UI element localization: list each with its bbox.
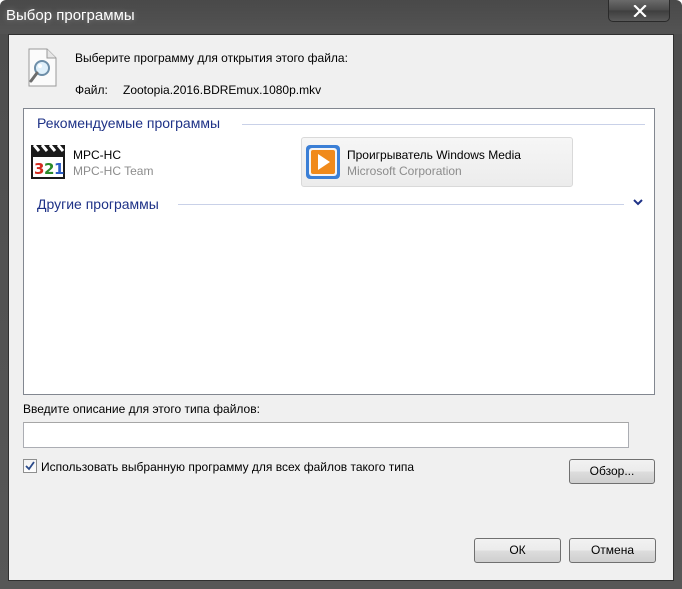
windows-media-player-icon	[306, 145, 340, 179]
close-icon	[633, 5, 647, 17]
browse-button[interactable]: Обзор...	[569, 459, 655, 484]
file-search-icon	[28, 48, 57, 87]
open-with-dialog: Выбор программы Выберите программу для о…	[0, 0, 682, 589]
always-use-checkbox[interactable]	[23, 459, 37, 473]
program-company: MPC-HC Team	[73, 164, 154, 178]
other-group-divider	[178, 204, 624, 205]
program-company: Microsoft Corporation	[347, 164, 462, 178]
programs-list[interactable]: Рекомендуемые программы 3 2 1 MPC-HC MPC…	[23, 108, 655, 395]
mpc-hc-icon: 3 2 1	[31, 144, 65, 179]
close-button[interactable]	[608, 0, 670, 22]
ok-button[interactable]: ОК	[474, 538, 561, 563]
dialog-body: Выберите программу для открытия этого фа…	[8, 34, 674, 581]
file-name: Zootopia.2016.BDREmux.1080p.mkv	[123, 83, 322, 97]
recommended-group-header: Рекомендуемые программы	[37, 115, 221, 131]
recommended-group-divider	[242, 124, 645, 125]
other-group-header[interactable]: Другие программы	[37, 196, 159, 212]
program-item-mpc-hc[interactable]: 3 2 1 MPC-HC MPC-HC Team	[28, 138, 294, 188]
program-name: Проигрыватель Windows Media	[347, 148, 521, 162]
prompt-text: Выберите программу для открытия этого фа…	[75, 51, 348, 65]
chevron-down-icon[interactable]	[632, 198, 644, 208]
description-label: Введите описание для этого типа файлов:	[23, 402, 260, 416]
program-name: MPC-HC	[73, 148, 121, 162]
checkmark-icon	[25, 461, 35, 471]
program-item-windows-media-player[interactable]: Проигрыватель Windows Media Microsoft Co…	[301, 137, 573, 187]
title-bar[interactable]: Выбор программы	[0, 0, 682, 34]
window-title: Выбор программы	[6, 7, 135, 24]
svg-text:3: 3	[34, 160, 44, 178]
file-label: Файл:	[75, 83, 108, 97]
file-type-description-input[interactable]	[23, 422, 629, 448]
svg-text:1: 1	[54, 160, 64, 178]
always-use-label[interactable]: Использовать выбранную программу для все…	[41, 460, 414, 474]
cancel-button[interactable]: Отмена	[569, 538, 656, 563]
svg-text:2: 2	[44, 160, 54, 178]
